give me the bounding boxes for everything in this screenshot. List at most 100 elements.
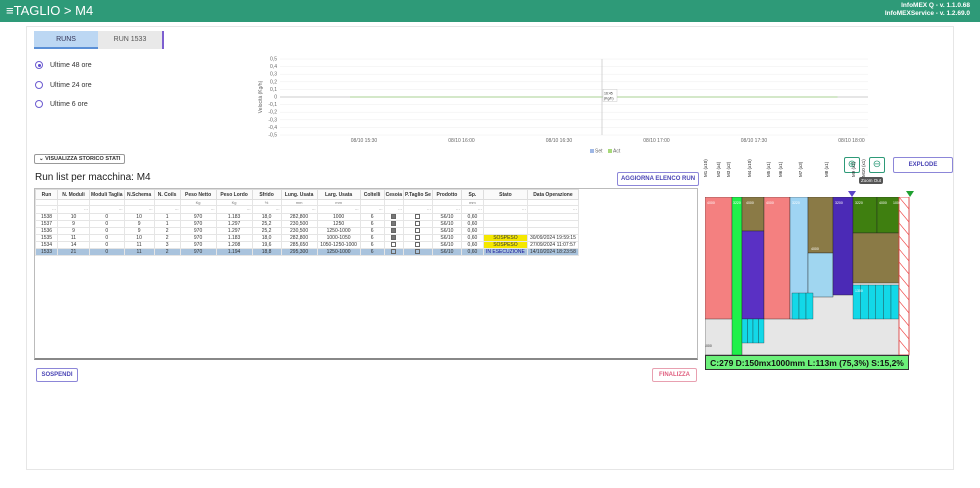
filter-cell[interactable]: ⋯ xyxy=(280,205,318,214)
checkbox-icon[interactable] xyxy=(391,249,397,255)
table-cell: 970 xyxy=(179,220,217,228)
piece-size-label: 4000 xyxy=(746,201,754,205)
column-label: M6 (x1) xyxy=(778,161,783,177)
table-row[interactable]: 1533 21 0 11 2 970 1.194 18,8 295,300 1250-1000 6 S… xyxy=(35,248,579,256)
table-cell xyxy=(526,227,579,235)
column-header[interactable]: N. Moduli xyxy=(57,189,90,200)
column-header[interactable]: Cesoia xyxy=(383,189,404,200)
filter-cell[interactable]: ⋯ xyxy=(35,205,58,214)
column-header[interactable]: Peso Lordo xyxy=(215,189,253,200)
column-header[interactable]: Stato xyxy=(482,189,528,200)
radio-6h[interactable]: Ultime 6 ore xyxy=(35,100,88,108)
filter-cell[interactable]: ⋯ xyxy=(482,205,528,214)
y-tick-label: -0,4 xyxy=(268,125,277,131)
table-cell: 2 xyxy=(153,248,181,256)
y-axis-label: Velocità (Kg/h) xyxy=(258,80,264,113)
radio-checked-icon[interactable] xyxy=(35,61,43,69)
table-cell: 11 xyxy=(123,248,155,256)
checkbox-icon[interactable] xyxy=(415,214,421,220)
page-breadcrumb[interactable]: ≡TAGLIO > M4 xyxy=(6,3,93,18)
ptaglio-checkbox xyxy=(402,241,433,249)
ptaglio-checkbox xyxy=(402,248,433,256)
checkbox-icon[interactable] xyxy=(415,249,421,255)
storico-button[interactable]: ⌄ VISUALIZZA STORICO STATI xyxy=(34,154,126,164)
column-header[interactable]: N. Coils xyxy=(153,189,181,200)
checkbox-icon[interactable] xyxy=(391,221,397,227)
menu-icon[interactable]: ≡ xyxy=(6,3,14,18)
version-info: InfoMEX Q - v. 1.1.0.68 InfoMEXService - … xyxy=(884,2,970,17)
column-header[interactable]: Sfrido xyxy=(251,189,282,200)
table-cell: 10 xyxy=(123,213,155,221)
cesoia-checkbox xyxy=(383,213,404,221)
filter-cell[interactable]: ⋯ xyxy=(383,205,404,214)
cut-piece xyxy=(731,197,743,356)
y-tick-label: 0,3 xyxy=(270,72,277,78)
radio-unchecked-icon[interactable] xyxy=(35,100,43,108)
column-header[interactable]: Larg. Usata xyxy=(316,189,361,200)
column-header[interactable]: Moduli Taglia xyxy=(89,189,125,200)
filter-cell[interactable]: ⋯ xyxy=(89,205,125,214)
filter-cell[interactable]: ⋯ xyxy=(251,205,282,214)
column-header[interactable]: Peso Netto xyxy=(179,189,217,200)
cut-piece xyxy=(852,232,900,284)
tab-run-1533[interactable]: RUN 1533 xyxy=(98,31,164,49)
table-row[interactable]: 1535 11 0 10 2 970 1.183 18,0 282,800 1000-1050 6 S… xyxy=(35,234,579,242)
checkbox-icon[interactable] xyxy=(415,235,421,241)
cut-piece xyxy=(832,197,854,296)
table-row[interactable]: 1536 9 0 9 2 970 1.297 25,2 230,500 1250-1000 6 S6/… xyxy=(35,227,579,235)
aggiorna-button[interactable]: AGGIORNA ELENCO RUN xyxy=(617,172,699,186)
checkbox-icon[interactable] xyxy=(391,235,397,241)
column-header[interactable]: Coltelli xyxy=(359,189,385,200)
checkbox-icon[interactable] xyxy=(391,228,397,234)
column-header[interactable]: P.Taglio Se xyxy=(402,189,433,200)
y-tick-label: 0,4 xyxy=(270,64,277,70)
filter-cell[interactable]: ⋯ xyxy=(402,205,433,214)
table-row[interactable]: 1534 14 0 11 3 970 1.208 19,6 285,650 1050-1250-1… xyxy=(35,241,579,249)
y-tick-label: -0,2 xyxy=(268,110,277,116)
column-header[interactable]: N.Schema xyxy=(123,189,155,200)
table-cell: SOSPESO xyxy=(482,241,528,249)
y-tick-label: 0 xyxy=(274,95,277,101)
filter-cell[interactable]: ⋯ xyxy=(316,205,361,214)
filter-cell[interactable]: ⋯ xyxy=(215,205,253,214)
filter-cell[interactable]: ⋯ xyxy=(526,205,579,214)
checkbox-icon[interactable] xyxy=(391,214,397,220)
finalizza-button[interactable]: FINALIZZA xyxy=(652,368,697,382)
radio-24h[interactable]: Ultime 24 ore xyxy=(35,81,92,89)
filter-cell[interactable]: ⋯ xyxy=(460,205,484,214)
filter-cell[interactable]: ⋯ xyxy=(359,205,385,214)
zoom-out-icon[interactable]: ⊖ xyxy=(869,157,885,173)
table-cell: 1.297 xyxy=(215,220,253,228)
filter-cell[interactable]: ⋯ xyxy=(179,205,217,214)
radio-48h[interactable]: Ultime 48 ore xyxy=(35,61,92,69)
column-header[interactable]: Data Operazione xyxy=(526,189,579,200)
filter-cell[interactable]: ⋯ xyxy=(123,205,155,214)
table-cell: S6/10 xyxy=(431,248,462,256)
table-cell: 970 xyxy=(179,234,217,242)
sospendi-button[interactable]: SOSPENDI xyxy=(36,368,78,382)
checkbox-icon[interactable] xyxy=(391,242,397,248)
cut-piece-small xyxy=(875,284,884,320)
table-cell: 6 xyxy=(359,227,385,235)
column-header[interactable]: Sp. xyxy=(460,189,484,200)
column-header[interactable]: Prodotto xyxy=(431,189,462,200)
checkbox-icon[interactable] xyxy=(415,221,421,227)
column-header[interactable]: Lung. Usata xyxy=(280,189,318,200)
axis-left-label: 1000 xyxy=(705,344,712,348)
y-tick-label: 0,1 xyxy=(270,87,277,93)
column-label: M5 (x1) xyxy=(766,161,771,177)
filter-cell[interactable]: ⋯ xyxy=(153,205,181,214)
checkbox-icon[interactable] xyxy=(415,242,421,248)
radio-unchecked-icon[interactable] xyxy=(35,81,43,89)
checkbox-icon[interactable] xyxy=(415,228,421,234)
y-tick-label: 0,5 xyxy=(270,57,277,63)
tab-runs[interactable]: RUNS xyxy=(34,31,98,49)
table-cell: 2 xyxy=(153,234,181,242)
table-row[interactable]: 1538 10 0 10 1 970 1.183 18,0 282,800 1000 6 S6/10 0… xyxy=(35,213,579,221)
table-row[interactable]: 1537 9 0 9 1 970 1.297 25,2 230,500 1250 6 S6/10 0,6… xyxy=(35,220,579,228)
explode-button[interactable]: EXPLODE xyxy=(893,157,953,173)
column-header[interactable]: Run xyxy=(35,189,58,200)
table-cell: 1.183 xyxy=(215,213,253,221)
filter-cell[interactable]: ⋯ xyxy=(431,205,462,214)
filter-cell[interactable]: ⋯ xyxy=(57,205,90,214)
